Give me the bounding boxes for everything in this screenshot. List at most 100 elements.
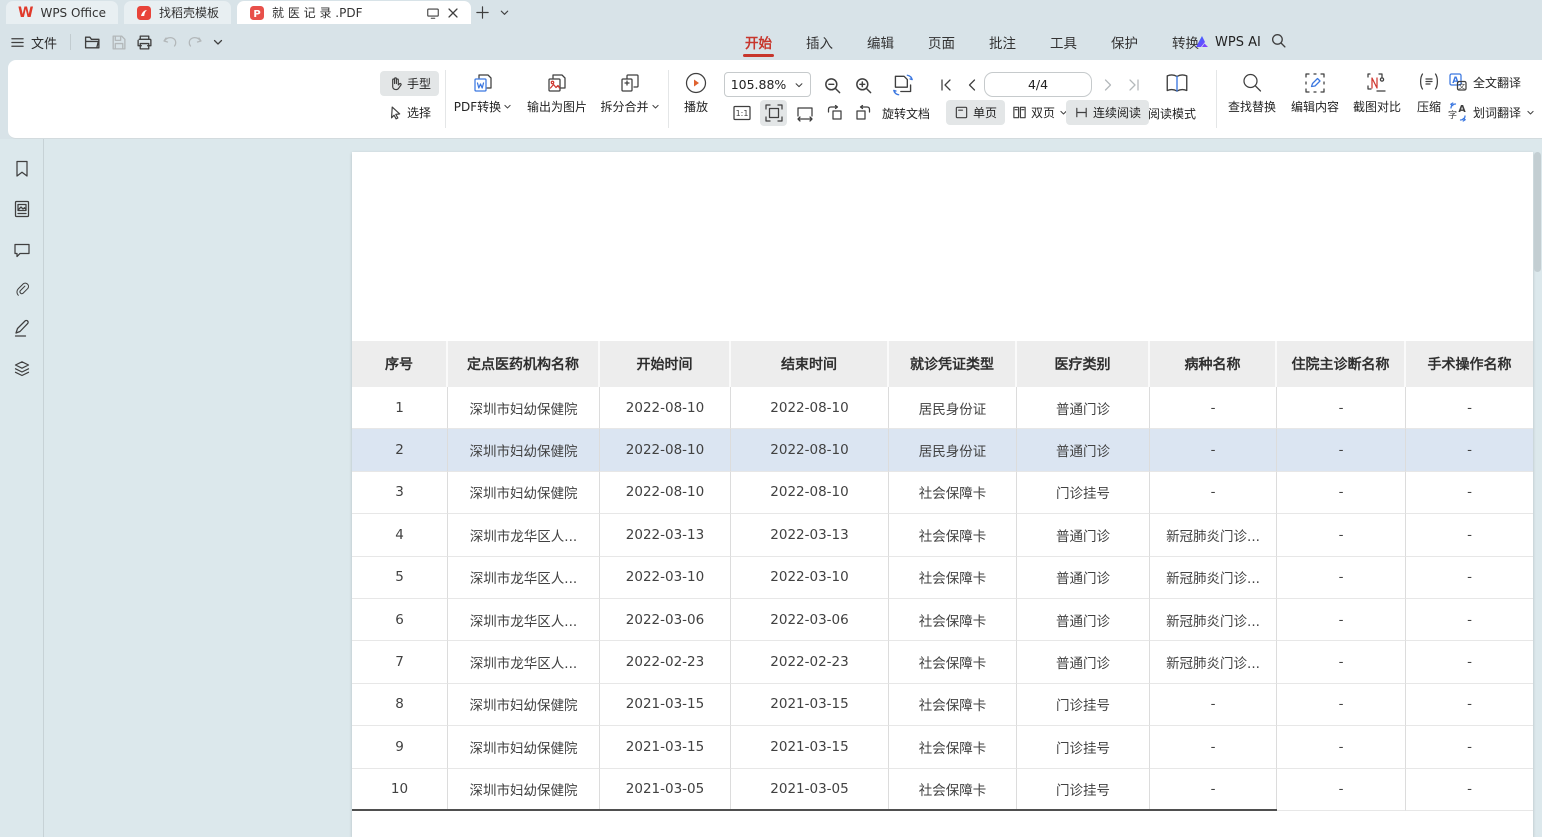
full-translate-icon: A 文 (1448, 72, 1468, 92)
search-icon[interactable] (1270, 32, 1287, 49)
table-cell: 6 (352, 599, 448, 641)
tab-docer-templates[interactable]: 找稻壳模板 (124, 1, 231, 24)
new-tab-button[interactable] (471, 1, 493, 23)
first-page-button[interactable] (936, 75, 956, 95)
table-cell: 2022-03-10 (731, 557, 889, 599)
pdf-page[interactable]: 序号定点医药机构名称开始时间结束时间就诊凭证类型医疗类别病种名称住院主诊断名称手… (352, 152, 1533, 837)
compress-button[interactable]: 压缩 (1406, 68, 1452, 130)
page-number-input[interactable]: 4/4 (984, 72, 1092, 97)
split-merge-button[interactable]: 拆分合并 (594, 68, 666, 130)
tab-list-dropdown[interactable] (493, 1, 515, 23)
rotate-right-button[interactable] (850, 101, 876, 125)
read-mode-button[interactable]: 阅读模式 (1148, 101, 1196, 125)
table-cell: - (1277, 769, 1406, 811)
export-image-label: 输出为图片 (527, 98, 587, 115)
table-header-cell: 开始时间 (600, 341, 731, 387)
read-mode-icon-button[interactable] (1162, 70, 1192, 98)
word-translate-button[interactable]: 字 A 划词翻译 (1448, 100, 1535, 124)
hamburger-icon (10, 35, 25, 50)
continuous-reading-button[interactable]: 连续阅读 (1066, 100, 1149, 125)
fit-width-button[interactable] (792, 101, 818, 125)
table-cell: 普通门诊 (1017, 557, 1150, 599)
table-cell: - (1277, 472, 1406, 514)
zoom-in-button[interactable] (851, 73, 875, 97)
comment-icon[interactable] (12, 240, 32, 260)
attachment-icon[interactable] (12, 279, 32, 299)
print-icon[interactable] (136, 34, 153, 51)
save-icon[interactable] (110, 34, 127, 51)
table-cell: - (1406, 726, 1533, 768)
previous-page-icon (965, 78, 979, 92)
menu-tools[interactable]: 工具 (1033, 24, 1094, 60)
menu-page[interactable]: 页面 (911, 24, 972, 60)
last-page-button[interactable] (1124, 75, 1144, 95)
table-row: 9深圳市妇幼保健院2021-03-152021-03-15社会保障卡门诊挂号--… (352, 726, 1533, 768)
export-image-button[interactable]: 输出为图片 (520, 68, 594, 130)
menu-protect[interactable]: 保护 (1094, 24, 1155, 60)
fit-page-button[interactable] (760, 100, 787, 126)
full-text-translate-label: 全文翻译 (1473, 74, 1521, 91)
table-cell: - (1406, 599, 1533, 641)
table-body: 1深圳市妇幼保健院2022-08-102022-08-10居民身份证普通门诊--… (352, 387, 1533, 811)
fit-width-icon (795, 103, 815, 123)
screenshot-compare-button[interactable]: 截图对比 (1346, 68, 1408, 130)
wps-office-window: W WPS Office 找稻壳模板 P 就 医 记 录 .PDF (0, 0, 1542, 837)
chevron-down-icon[interactable] (212, 36, 224, 48)
file-menu-button[interactable]: 文件 (10, 33, 57, 52)
table-cell: - (1150, 769, 1277, 811)
bookmark-icon[interactable] (12, 159, 32, 179)
left-panel-sidebar (0, 139, 44, 837)
table-cell: 社会保障卡 (889, 557, 1017, 599)
tab-wps-home[interactable]: W WPS Office (6, 1, 118, 24)
rotate-left-button[interactable] (822, 101, 848, 125)
pdf-convert-button[interactable]: PDF转换 (448, 68, 518, 130)
table-cell: - (1277, 514, 1406, 556)
edit-content-button[interactable]: 编辑内容 (1284, 68, 1346, 130)
full-text-translate-button[interactable]: A 文 全文翻译 (1448, 70, 1521, 94)
rotate-document-icon-button[interactable] (888, 70, 918, 100)
table-cell: - (1406, 684, 1533, 726)
find-replace-icon (1240, 71, 1264, 95)
table-cell: - (1406, 769, 1533, 811)
rotate-document-button[interactable]: 旋转文档 (882, 101, 930, 125)
document-workspace: 序号定点医药机构名称开始时间结束时间就诊凭证类型医疗类别病种名称住院主诊断名称手… (0, 139, 1542, 837)
previous-page-button[interactable] (962, 75, 982, 95)
thumbnail-icon[interactable] (12, 199, 32, 219)
menu-insert[interactable]: 插入 (789, 24, 850, 60)
menu-annotate[interactable]: 批注 (972, 24, 1033, 60)
open-book-icon (1164, 72, 1190, 96)
play-button[interactable]: 播放 (672, 68, 720, 130)
find-replace-button[interactable]: 查找替换 (1220, 68, 1284, 130)
actual-size-button[interactable]: 1:1 (730, 101, 754, 125)
close-tab-icon[interactable] (447, 7, 459, 19)
table-cell: 深圳市妇幼保健院 (448, 684, 600, 726)
zoom-level-select[interactable]: 105.88% (724, 72, 811, 97)
layers-icon[interactable] (12, 358, 32, 378)
next-page-button[interactable] (1098, 75, 1118, 95)
svg-text:1:1: 1:1 (736, 109, 749, 118)
screenshot-compare-label: 截图对比 (1353, 98, 1401, 115)
vertical-scrollbar[interactable] (1534, 152, 1541, 272)
svg-text:字: 字 (1448, 109, 1457, 121)
compress-icon (1417, 71, 1441, 95)
undo-icon[interactable] (162, 34, 178, 50)
open-folder-icon[interactable] (84, 34, 101, 51)
single-page-button[interactable]: 单页 (946, 100, 1005, 125)
zoom-out-button[interactable] (820, 73, 844, 97)
table-row: 10深圳市妇幼保健院2021-03-052021-03-05社会保障卡门诊挂号-… (352, 769, 1533, 811)
signature-icon[interactable] (12, 319, 32, 339)
zoom-out-icon (823, 76, 842, 95)
hand-tool-button[interactable]: 手型 (380, 71, 439, 96)
table-row: 4深圳市龙华区人...2022-03-132022-03-13社会保障卡普通门诊… (352, 514, 1533, 556)
table-cell: - (1277, 641, 1406, 683)
table-cell: 2022-08-10 (731, 429, 889, 471)
wps-ai-button[interactable]: WPS AI (1194, 24, 1261, 60)
redo-icon[interactable] (187, 34, 203, 50)
menu-home[interactable]: 开始 (728, 24, 789, 60)
table-cell: 2022-03-06 (731, 599, 889, 641)
monitor-icon[interactable] (426, 6, 440, 20)
table-cell: 8 (352, 684, 448, 726)
menu-edit[interactable]: 编辑 (850, 24, 911, 60)
select-tool-button[interactable]: 选择 (380, 100, 439, 125)
tab-document-pdf[interactable]: P 就 医 记 录 .PDF (237, 1, 471, 24)
